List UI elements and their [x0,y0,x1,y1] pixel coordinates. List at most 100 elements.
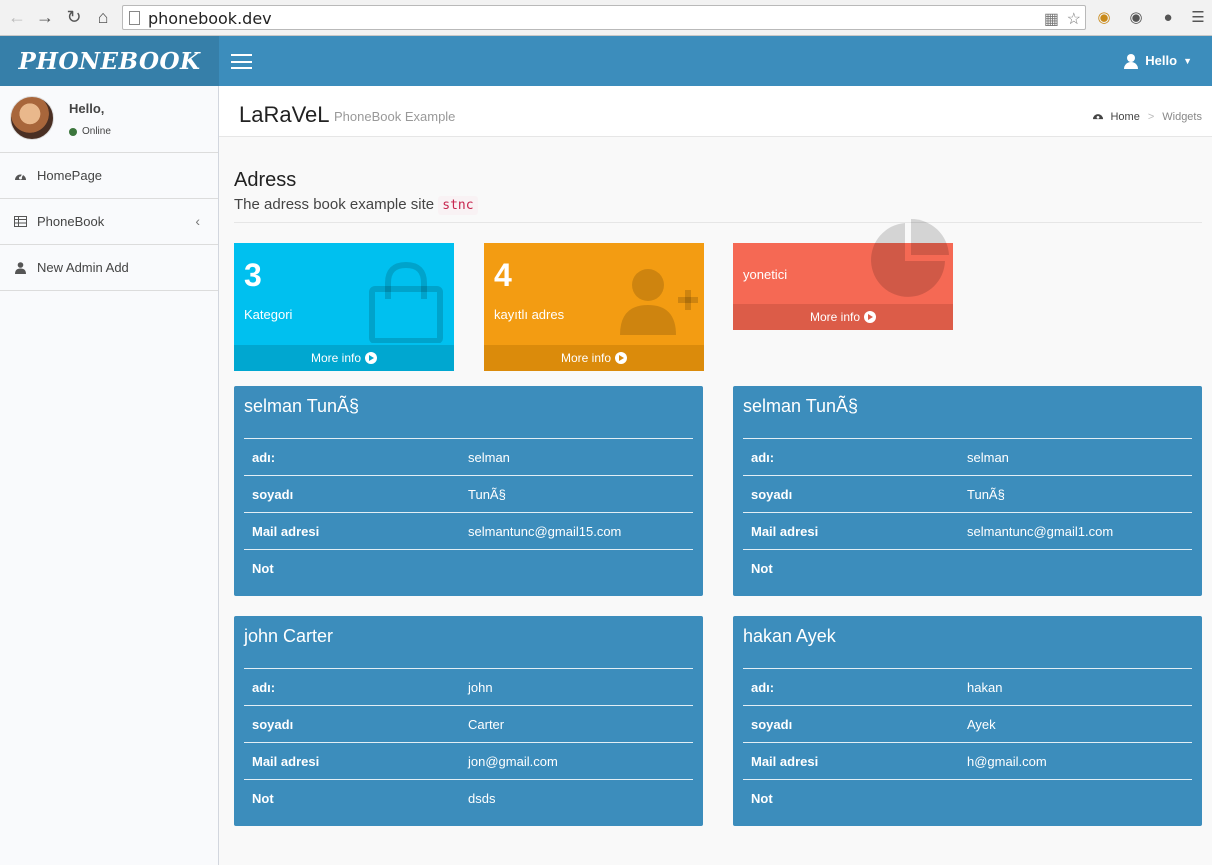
more-info-label: More info [809,310,861,324]
sidebar-item-label: HomePage [37,168,103,183]
more-info-link[interactable]: More info [484,345,704,371]
more-info-link[interactable]: More info [234,345,454,371]
table-row: adı: john [244,668,693,705]
field-label: Not [751,560,773,576]
stat-label: kayıtlı adres [494,307,565,322]
user-status-label: Online [82,126,111,137]
contact-table: adı: selman soyadı TunÃ§ Mail adresi selman… [743,438,1192,586]
user-icon [1124,53,1139,69]
field-label: Not [252,790,274,806]
field-value: jon@gmail.com [468,753,558,769]
field-value: selmantunc@gmail15.com [468,523,622,539]
page-subtitle: The adress book example site stnc [234,196,1202,215]
pie-chart-icon [871,219,949,297]
table-row: Mail adresi h@gmail.com [743,742,1192,779]
field-label: soyadı [252,486,294,502]
table-icon [14,215,27,228]
bookmark-star-icon[interactable]: ☆ [1067,9,1081,29]
sidebar-item-new-admin-add[interactable]: New Admin Add [0,245,218,291]
field-label: Not [252,560,274,576]
user-greeting: Hello, [69,101,105,116]
stat-box-yonetici: yonetici More info [733,219,953,330]
more-info-link[interactable]: More info [733,304,953,330]
field-label: Not [751,790,773,806]
field-value: h@gmail.com [967,753,1047,769]
field-value: Carter [468,716,505,732]
user-menu-label: Hello [1145,53,1178,68]
breadcrumb-current: Widgets [1162,111,1202,123]
sidebar-item-phonebook[interactable]: PhoneBook ‹ [0,199,218,245]
more-info-label: More info [560,351,612,365]
table-row: soyadı Ayek [743,705,1192,742]
field-value: john [468,679,493,695]
page-title: Adress [234,169,297,191]
table-row: Not [244,549,693,586]
stat-value: 3 [244,257,262,293]
shopping-bag-icon [369,261,443,343]
logo-text: PHONEBOOK [18,47,201,75]
page-header-title: LaRaVeL [239,102,330,127]
field-label: soyadı [751,716,793,732]
chevron-left-icon: ‹ [195,213,200,229]
dashboard-icon [14,169,27,182]
stat-label: Kategori [244,307,293,322]
field-label: Mail adresi [751,753,819,769]
extension-evernote-icon[interactable]: ● [1158,7,1178,27]
field-label: soyadı [252,716,294,732]
field-label: adı: [252,449,276,465]
contact-card: selman TunÃ§ adı: selman soyadı TunÃ§ Mail… [733,386,1202,596]
sidebar-item-label: PhoneBook [37,214,105,229]
page-heading: Adress The adress book example site stnc [234,169,1202,223]
main-content: Adress The adress book example site stnc… [219,137,1212,865]
field-label: Mail adresi [751,523,819,539]
back-button[interactable]: ← [6,6,28,28]
top-navbar: Hello ▼ [219,36,1212,86]
browser-menu-icon[interactable]: ☰ [1188,7,1208,27]
url-text: phonebook.dev [148,9,272,28]
sidebar-toggle-icon[interactable] [231,54,252,69]
contact-card: selman TunÃ§ adı: selman soyadı TunÃ§ Mail… [234,386,703,596]
field-value: selman [468,449,510,465]
contact-title: selman TunÃ§ [244,396,360,416]
table-row: Not [743,549,1192,586]
page-subtitle-code: stnc [438,196,478,215]
translate-icon[interactable]: ▦ [1044,9,1059,29]
table-row: Not dsds [244,779,693,816]
home-button[interactable]: ⌂ [92,6,114,28]
breadcrumb-home-link[interactable]: Home [1110,111,1139,123]
table-row: soyadı TunÃ§ [244,475,693,512]
table-row: soyadı TunÃ§ [743,475,1192,512]
field-label: Mail adresi [252,523,320,539]
contact-title: john Carter [244,626,334,646]
page-subtitle-text: The adress book example site [234,196,435,213]
user-icon [14,261,27,274]
field-value: hakan [967,679,1003,695]
contact-title: hakan Ayek [743,626,836,646]
extension-chat-icon[interactable]: ◉ [1126,7,1146,27]
contact-table: adı: john soyadı Carter Mail adresi jon@gma… [244,668,693,816]
contact-card: hakan Ayek adı: hakan soyadı Ayek Mail adr… [733,616,1202,826]
breadcrumb: Home > Widgets [1092,110,1202,124]
table-row: Mail adresi jon@gmail.com [244,742,693,779]
app-logo[interactable]: PHONEBOOK [0,36,219,86]
dashboard-icon [1092,110,1104,124]
user-menu-button[interactable]: Hello ▼ [1124,53,1192,69]
sidebar-item-homepage[interactable]: HomePage [0,153,218,199]
address-bar[interactable]: phonebook.dev ▦ ☆ [122,5,1086,30]
contact-table: adı: hakan soyadı Ayek Mail adresi h@gmail.… [743,668,1192,816]
arrow-circle-right-icon [365,352,378,364]
content-header: LaRaVeL PhoneBook Example Home > Widgets [219,86,1212,137]
forward-button[interactable]: → [34,6,56,28]
table-row: Mail adresi selmantunc@gmail15.com [244,512,693,549]
table-row: Not [743,779,1192,816]
table-row: adı: hakan [743,668,1192,705]
field-value: selman [967,449,1009,465]
field-label: adı: [751,449,775,465]
field-label: soyadı [751,486,793,502]
reload-button[interactable]: ↻ [63,6,85,28]
field-value: Ayek [967,716,996,732]
avatar [10,96,54,140]
stat-label: yonetici [743,267,788,282]
browser-toolbar: ← → ↻ ⌂ phonebook.dev ▦ ☆ ◉ ◉ ● ☰ [0,0,1212,36]
extension-basket-icon[interactable]: ◉ [1094,7,1114,27]
